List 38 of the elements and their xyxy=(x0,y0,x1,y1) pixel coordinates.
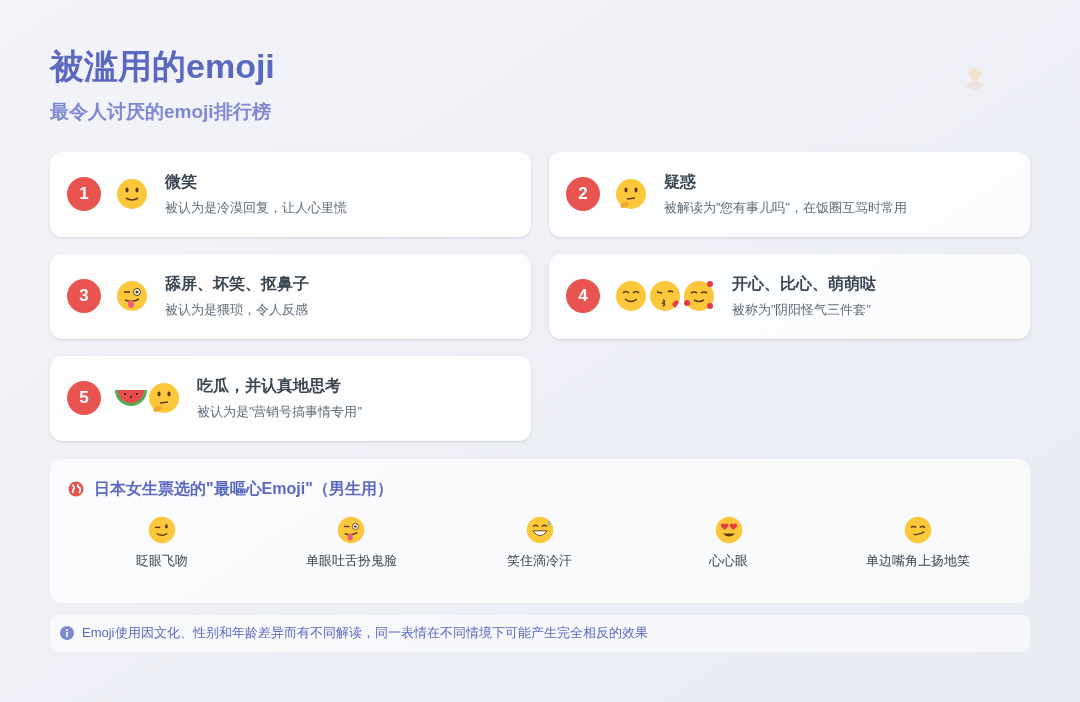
page-title: 被滥用的emoji xyxy=(50,46,275,87)
emoji-name: 舔屏、坏笑、抠鼻子 xyxy=(165,273,309,294)
smirking-face-icon xyxy=(902,514,933,545)
thinking-face-icon xyxy=(614,177,648,211)
winking-tongue-face-icon xyxy=(336,514,367,545)
rank-badge: 2 xyxy=(566,177,600,211)
poll-label: 眨眼飞吻 xyxy=(136,551,189,570)
info-icon xyxy=(60,626,74,640)
emoji-name: 开心、比心、萌萌哒 xyxy=(732,273,876,294)
poll-label: 心心眼 xyxy=(709,551,749,570)
poll-label: 笑住滴冷汗 xyxy=(507,551,573,570)
thinking-face-icon xyxy=(147,381,181,415)
emoji-name: 疑惑 xyxy=(664,171,697,192)
page-subtitle: 最令人讨厌的emoji排行榜 xyxy=(50,100,272,124)
kissing-face-icon xyxy=(648,279,682,313)
watermelon-icon xyxy=(115,389,147,407)
rank-badge: 5 xyxy=(67,381,101,415)
smiling-face-icon xyxy=(614,279,648,313)
grinning-sweat-face-icon xyxy=(525,514,555,545)
rank-badge: 4 xyxy=(566,279,600,313)
rank-badge: 3 xyxy=(67,279,101,313)
emoji-description: 被认为是猥琐，令人反感 xyxy=(165,301,309,319)
emoji-name: 吃瓜，并认真地思考 xyxy=(197,375,342,396)
emoji-name: 微笑 xyxy=(165,171,198,192)
emoji-description: 被认为是冷漠回复，让人心里慌 xyxy=(165,199,347,217)
poll-label: 单眼吐舌扮鬼脸 xyxy=(305,551,397,570)
note-text: Emoji使用因文化、性别和年龄差异而有不同解读，同一表情在不同情境下可能产生完全相反的效果 xyxy=(82,624,648,643)
emoji-description: 被称为"阴阳怪气三件套" xyxy=(732,301,872,319)
hearts-face-icon xyxy=(682,279,716,313)
emoji-description: 被认为是"营销号搞事情专用" xyxy=(197,403,362,421)
winking-tongue-face-icon xyxy=(115,279,149,313)
winking-face-icon xyxy=(147,514,178,545)
smiling-face-icon xyxy=(115,177,149,211)
heart-eyes-face-icon xyxy=(713,514,744,545)
poll-title: 日本女生票选的"最嘔心Emoji"（男生用） xyxy=(94,478,393,499)
rank-badge: 1 xyxy=(67,177,101,211)
poll-label: 单边嘴角上扬地笑 xyxy=(865,551,970,570)
emoji-description: 被解读为"您有事儿吗"，在饭圈互骂时常用 xyxy=(664,199,907,217)
